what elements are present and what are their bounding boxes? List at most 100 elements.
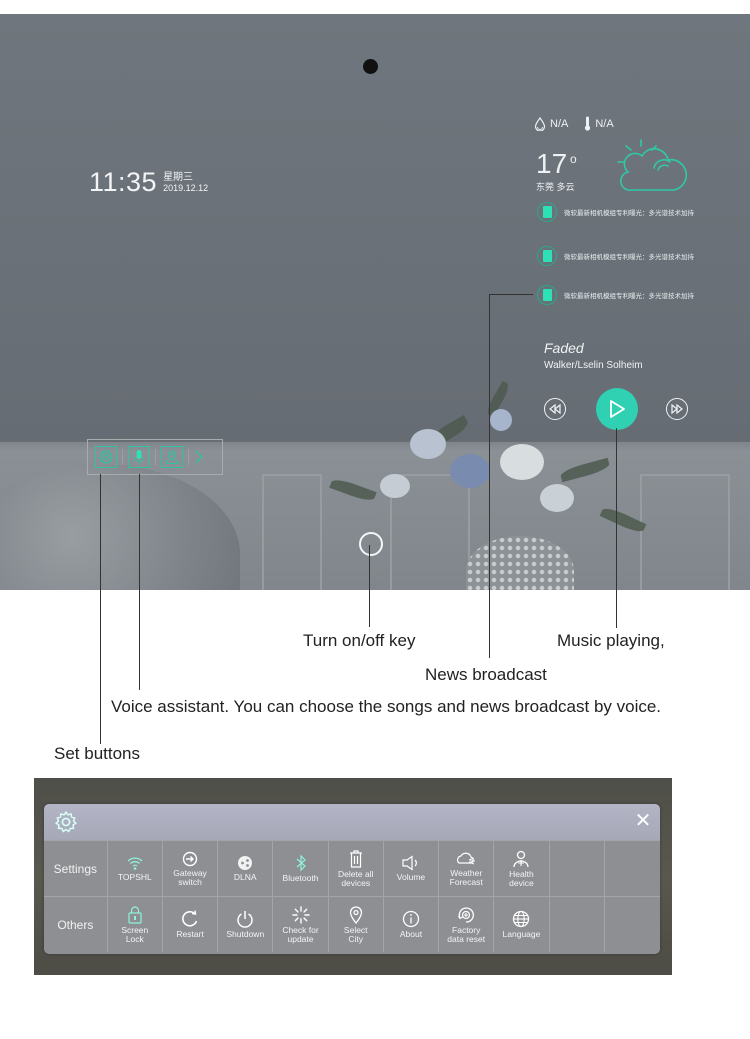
language-button[interactable]: Language (494, 897, 550, 952)
clock-date: 2019.12.12 (163, 183, 209, 193)
toolbar-divider (155, 449, 156, 465)
dlna-icon (238, 856, 253, 870)
factory-reset-button[interactable]: Factory data reset (439, 897, 495, 952)
trash-icon (349, 849, 362, 868)
song-artist: Walker/Lselin Solheim (544, 360, 643, 371)
empty-cell (550, 841, 605, 896)
bluetooth-button[interactable]: Bluetooth (273, 841, 329, 896)
callout-line-music (616, 428, 617, 628)
item-label: Delete all devices (338, 868, 374, 888)
location-pin-icon (349, 905, 362, 924)
gear-icon (55, 811, 77, 833)
dlna-button[interactable]: DLNA (218, 841, 274, 896)
item-label: Restart (176, 929, 204, 939)
toolbar-divider (122, 449, 123, 465)
wifi-icon (127, 857, 143, 870)
news-text: 微软最新相机模组专利曝光：多光谱技术加持 (564, 210, 694, 217)
next-track-button[interactable] (666, 398, 688, 420)
health-device-button[interactable]: Health device (494, 841, 550, 896)
gateway-switch-button[interactable]: Gateway switch (163, 841, 219, 896)
background-flower (450, 454, 490, 488)
bluetooth-icon (296, 854, 306, 872)
background-molding (262, 474, 322, 590)
health-person-icon (513, 850, 530, 867)
row-label-settings: Settings (44, 841, 108, 896)
restart-button[interactable]: Restart (163, 897, 219, 952)
item-label: Select City (343, 924, 368, 944)
background-flower (410, 429, 446, 459)
callout-line-power (369, 545, 370, 627)
temperature-value: 17 (536, 148, 568, 179)
empty-cell (605, 897, 660, 952)
previous-track-button[interactable] (544, 398, 566, 420)
callout-settings: Set buttons (54, 744, 141, 763)
clock-widget: 11:35 星期三 2019.12.12 (89, 168, 208, 196)
chevron-right-icon[interactable] (194, 449, 204, 465)
news-bullet-icon (537, 246, 557, 266)
settings-panel-photo: ✕ Settings TOPSHL Gateway switch DLNA Bl… (34, 778, 672, 975)
others-row: Others Screen Lock Restart Shutdown Chec… (44, 896, 660, 952)
screen-lock-button[interactable]: Screen Lock (108, 897, 163, 952)
speaker-icon (402, 855, 417, 871)
row-label-others: Others (44, 897, 108, 952)
weather-widget: N/A N/A 17 o 东莞 多云 (534, 116, 704, 192)
empty-cell (550, 897, 605, 952)
news-bullet-icon (537, 285, 557, 305)
item-label: Factory data reset (447, 924, 486, 944)
empty-cell (605, 841, 660, 896)
song-title: Faded (544, 340, 584, 356)
clock-weekday: 星期三 (163, 172, 194, 183)
humidity-value: N/A (550, 117, 569, 130)
news-text: 微软最新相机模组专利曝光：多光谱技术加持 (564, 254, 694, 261)
play-button[interactable] (596, 388, 638, 430)
settings-button[interactable] (95, 446, 117, 468)
settings-row: Settings TOPSHL Gateway switch DLNA Blue… (44, 840, 660, 896)
thermometer-icon (585, 116, 591, 131)
item-label: Weather Forecast (449, 867, 483, 887)
background-flower (500, 444, 544, 480)
item-label: Volume (396, 872, 426, 882)
close-button[interactable]: ✕ (632, 810, 654, 832)
background-molding (640, 474, 730, 590)
globe-icon (513, 910, 530, 928)
item-label: Health device (509, 868, 534, 888)
background-flower (380, 474, 410, 498)
lock-icon (128, 905, 142, 924)
camera-sensor (363, 59, 378, 74)
settings-panel: ✕ Settings TOPSHL Gateway switch DLNA Bl… (44, 804, 660, 954)
callout-music: Music playing, (557, 631, 665, 650)
clock-time: 11:35 (89, 167, 158, 197)
map-button[interactable] (161, 446, 183, 468)
microphone-icon (133, 450, 145, 464)
gateway-switch-icon (182, 851, 198, 866)
news-item[interactable]: 微软最新相机模组专利曝光：多光谱技术加持 (537, 285, 694, 305)
news-bullet-icon (537, 202, 557, 222)
shutdown-button[interactable]: Shutdown (218, 897, 274, 952)
news-item[interactable]: 微软最新相机模组专利曝光：多光谱技术加持 (537, 202, 694, 222)
check-for-update-button[interactable]: Check for update (273, 897, 329, 952)
select-city-button[interactable]: Select City (329, 897, 384, 952)
item-label: Gateway switch (173, 867, 207, 887)
about-button[interactable]: About (384, 897, 440, 952)
volume-button[interactable]: Volume (384, 841, 440, 896)
delete-all-devices-button[interactable]: Delete all devices (329, 841, 384, 896)
item-label: Screen Lock (121, 924, 149, 944)
weather-forecast-button[interactable]: Weather Forecast (439, 841, 495, 896)
voice-assistant-button[interactable] (128, 446, 150, 468)
background-flower (540, 484, 574, 512)
wifi-button[interactable]: TOPSHL (108, 841, 163, 896)
indoor-temp-value: N/A (595, 117, 614, 130)
item-label: Bluetooth (282, 873, 319, 883)
news-item[interactable]: 微软最新相机模组专利曝光：多光谱技术加持 (537, 246, 694, 266)
power-icon (237, 911, 253, 928)
play-icon (610, 400, 625, 418)
item-label: DLNA (233, 872, 257, 882)
callout-news: News broadcast (425, 665, 547, 684)
music-widget: Faded Walker/Lselin Solheim (544, 340, 643, 371)
restart-icon (182, 910, 198, 927)
item-label: TOPSHL (117, 872, 152, 882)
gear-icon (98, 449, 114, 465)
weather-location: 东莞 (536, 182, 555, 192)
callout-line-voice (139, 474, 140, 690)
power-key-button[interactable] (359, 532, 383, 556)
